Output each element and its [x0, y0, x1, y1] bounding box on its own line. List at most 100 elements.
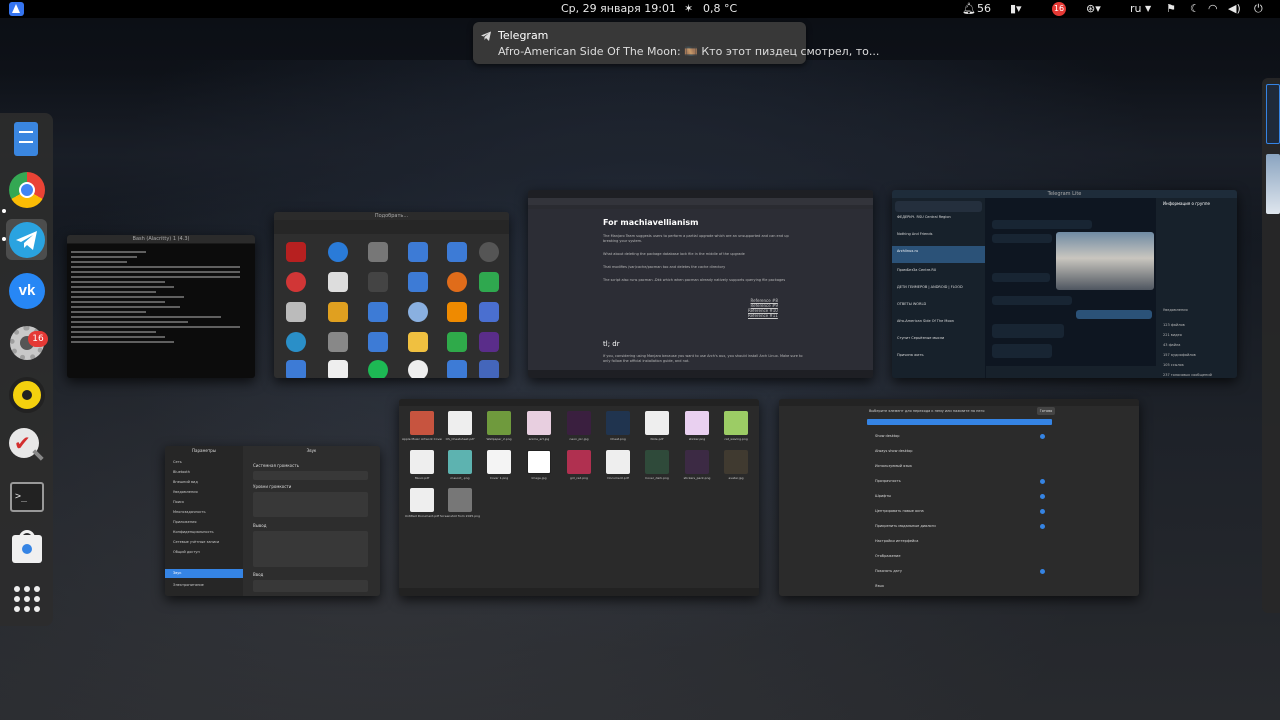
file-thumb[interactable] [606, 411, 630, 435]
tab-bar[interactable] [274, 220, 509, 234]
clock[interactable]: Ср, 29 января 19:01 [561, 2, 676, 15]
chat-item[interactable]: ФЕДЕРИЧ. RSU Central Region [897, 215, 983, 219]
reference-links[interactable]: Reference #8 Reference #9 Reference #10 … [748, 298, 778, 318]
bell-icon[interactable]: 🔔︎ [962, 2, 976, 15]
volume-icon[interactable]: ◀) [1228, 2, 1241, 15]
window-settings-editor[interactable]: Выберите элемент для перехода к нему или… [779, 399, 1139, 596]
setting-row[interactable]: Show desktop [875, 434, 1045, 438]
rhythmbox-icon[interactable] [6, 374, 47, 415]
setting-row[interactable]: Шрифты [875, 494, 1045, 498]
sidebar-item[interactable]: Общий доступ [173, 550, 200, 554]
file-thumb[interactable] [448, 488, 472, 512]
setting-row[interactable]: Центрировать новые окна [875, 509, 1045, 513]
done-button[interactable]: Готово [1037, 407, 1055, 415]
weather-icon[interactable]: ✶ [684, 2, 693, 15]
panel-item[interactable]: Уведомления [1163, 308, 1188, 312]
workspace-switcher[interactable] [1262, 78, 1280, 613]
workspace-thumbnail[interactable] [1266, 84, 1280, 144]
chrome-icon[interactable] [6, 169, 47, 210]
sidebar-item[interactable]: Сеть [173, 460, 182, 464]
files-header[interactable] [399, 399, 759, 406]
setting-row[interactable]: Используемый язык [875, 464, 1045, 468]
file-thumb[interactable] [410, 488, 434, 512]
telegram-icon[interactable] [6, 219, 47, 260]
levels-panel[interactable] [253, 492, 368, 517]
reference-link[interactable]: Reference #11 [748, 313, 778, 318]
sidebar-item[interactable]: Многозадачность [173, 510, 206, 514]
accessibility-icon[interactable]: ⊛▾ [1086, 2, 1101, 15]
sidebar-item[interactable]: Электропитание [173, 583, 204, 587]
search-input[interactable] [867, 419, 1052, 425]
file-thumb[interactable] [567, 450, 591, 474]
file-thumb[interactable] [487, 450, 511, 474]
browser-addressbar[interactable] [528, 198, 873, 205]
message-input[interactable] [986, 366, 1156, 378]
file-thumb[interactable] [487, 411, 511, 435]
panel-item[interactable]: 43 файла [1163, 343, 1180, 347]
output-panel[interactable] [253, 531, 368, 567]
file-thumb[interactable] [527, 411, 551, 435]
sidebar-item[interactable]: Уведомления [173, 490, 198, 494]
notification-banner[interactable]: Telegram Afro-American Side Of The Moon:… [473, 22, 879, 64]
file-thumb[interactable] [410, 411, 434, 435]
file-thumb[interactable] [645, 450, 669, 474]
terminal-icon[interactable]: >_ [6, 476, 47, 517]
sidebar-item[interactable]: Поиск [173, 500, 184, 504]
software-store-icon[interactable] [6, 527, 47, 568]
panel-item[interactable]: 157 аудиофайлов [1163, 353, 1196, 357]
chat-item[interactable]: Afro-American Side Of The Moon [897, 319, 983, 323]
activities-icon[interactable] [9, 2, 24, 16]
window-app-picker[interactable]: Подобрать... [274, 212, 509, 378]
chat-item[interactable]: Nothing And Friends [897, 232, 983, 236]
setting-row[interactable]: Always show desktop [875, 449, 1045, 453]
screenshot-icon[interactable]: ⚑ [1166, 2, 1176, 15]
setting-row[interactable]: Язык [875, 584, 1045, 588]
chat-item[interactable]: Причина жить [897, 353, 983, 357]
setting-row[interactable]: Прикрепить модальные диалоги [875, 524, 1045, 528]
file-thumb[interactable] [685, 450, 709, 474]
clipboard-icon[interactable]: ▮▾ [1010, 2, 1022, 15]
file-thumb[interactable] [645, 411, 669, 435]
setting-row[interactable]: Отображение [875, 554, 1045, 558]
sidebar-item[interactable]: Сетевые учётные записи [173, 540, 219, 544]
window-terminal[interactable]: Bash (Alacritty) 1 (4.3) [67, 235, 255, 378]
window-browser[interactable]: For machiavellianism The Manjaro Team su… [528, 190, 873, 378]
chat-item-active[interactable]: Archlinux.ru [892, 246, 985, 263]
panel-item[interactable]: 237 голосовых сообщений [1163, 373, 1212, 377]
tray-app-badge[interactable]: 16 [1052, 2, 1066, 16]
app-grid-icon[interactable] [6, 578, 47, 619]
file-thumb[interactable] [448, 411, 472, 435]
files-icon[interactable] [6, 118, 47, 159]
panel-item[interactable]: 105 ссылок [1163, 363, 1184, 367]
panel-item[interactable]: 221 видео [1163, 333, 1182, 337]
chat-item[interactable]: ПромБезЗа Centre.RU [897, 268, 983, 272]
browser-tabstrip[interactable] [528, 190, 873, 198]
software-check-icon[interactable]: ✔ [6, 425, 47, 466]
volume-slider[interactable] [253, 471, 368, 480]
file-thumb[interactable] [567, 411, 591, 435]
sidebar-item[interactable]: Приложения [173, 520, 196, 524]
file-thumb[interactable] [724, 411, 748, 435]
sidebar-item[interactable]: Внешний вид [173, 480, 198, 484]
chat-item[interactable]: ДЕТИ ГЕЙМЕРОВ | ANDROID | FLOOD [897, 285, 983, 289]
sidebar-item-active[interactable]: Звук [165, 569, 243, 578]
file-thumb[interactable] [527, 450, 551, 474]
file-thumb[interactable] [724, 450, 748, 474]
chat-item[interactable]: Ступит Серьёзные мысли [897, 336, 983, 340]
keyboard-layout[interactable]: ru [1130, 2, 1142, 15]
browser-downloads-bar[interactable] [528, 370, 873, 378]
notification-count[interactable]: 56 [977, 2, 991, 15]
wifi-icon[interactable]: ◠ [1208, 2, 1218, 15]
chevron-down-icon[interactable]: ▼ [1145, 4, 1151, 13]
sidebar-item[interactable]: Конфиденциальность [173, 530, 214, 534]
chat-image[interactable] [1056, 232, 1154, 290]
file-thumb[interactable] [448, 450, 472, 474]
vk-icon[interactable]: vk [6, 270, 47, 311]
setting-row[interactable]: Показать дату [875, 569, 1045, 573]
setting-row[interactable]: Прозрачность [875, 479, 1045, 483]
panel-item[interactable]: 123 файлов [1163, 323, 1185, 327]
input-panel[interactable] [253, 580, 368, 592]
file-thumb[interactable] [685, 411, 709, 435]
sidebar-item[interactable]: Bluetooth [173, 470, 190, 474]
file-thumb[interactable] [606, 450, 630, 474]
